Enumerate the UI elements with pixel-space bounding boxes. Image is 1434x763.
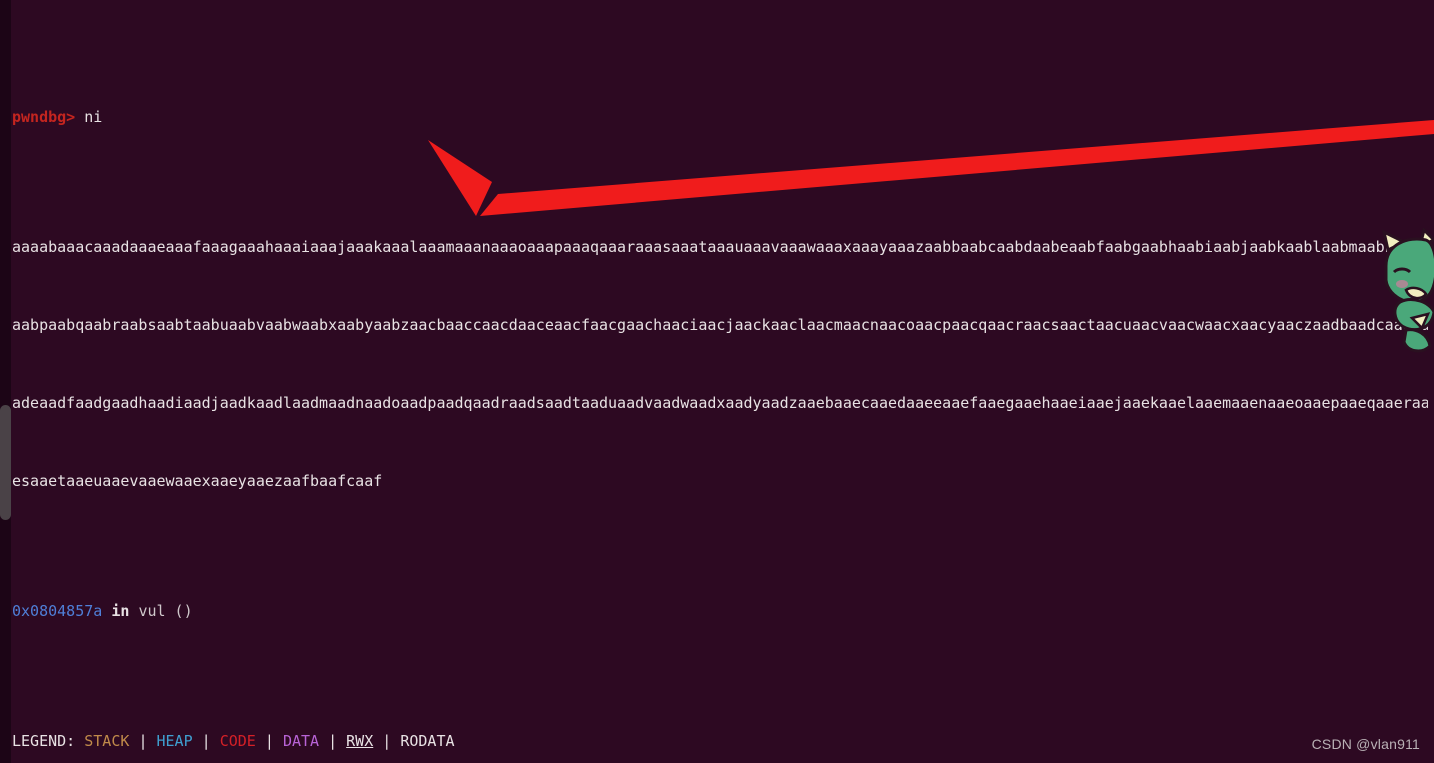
legend-sep-2: | xyxy=(201,732,211,750)
legend-label: LEGEND: xyxy=(12,732,76,750)
legend-item-data: DATA xyxy=(282,732,320,750)
output-pattern-line-3: adeaadfaadgaadhaadiaadjaadkaadlaadmaadna… xyxy=(12,394,1430,412)
legend-sep-4: | xyxy=(328,732,338,750)
legend-sep-3: | xyxy=(264,732,274,750)
legend-line: LEGEND: STACK | HEAP | CODE | DATA | RWX… xyxy=(0,728,1434,754)
command-text: ni xyxy=(84,108,103,126)
legend-item-heap: HEAP xyxy=(156,732,193,750)
output-pattern-line-1: aaaabaaacaaadaaaeaaafaaagaaahaaaiaaajaaa… xyxy=(12,238,1430,256)
legend-item-rwx: RWX xyxy=(346,732,374,750)
scrollbar-thumb[interactable] xyxy=(0,405,11,520)
stop-in-keyword: in xyxy=(111,602,130,620)
output-pattern-line-2: aabpaabqaabraabsaabtaabuaabvaabwaabxaaby… xyxy=(12,316,1430,334)
stop-address: 0x0804857a xyxy=(12,602,103,620)
prompt-line: pwndbg> ni xyxy=(0,104,1434,130)
scrollbar-track[interactable] xyxy=(0,0,11,763)
legend-item-code: CODE xyxy=(219,732,256,750)
legend-sep-5: | xyxy=(382,732,392,750)
stop-function: vul () xyxy=(138,602,193,620)
terminal-window[interactable]: pwndbg> ni aaaabaaacaaadaaaeaaafaaagaaah… xyxy=(0,0,1434,763)
output-pattern-line-4: esaaetaaeuaaevaaewaaexaaeyaaezaafbaafcaa… xyxy=(12,472,383,490)
legend-item-rodata: RODATA xyxy=(400,732,455,750)
watermark: CSDN @vlan911 xyxy=(1311,736,1420,752)
right-edge-strip xyxy=(1428,0,1434,763)
stop-location-line: 0x0804857a in vul () xyxy=(0,598,1434,624)
prompt-label: pwndbg> xyxy=(12,108,76,126)
legend-item-stack: STACK xyxy=(84,732,130,750)
